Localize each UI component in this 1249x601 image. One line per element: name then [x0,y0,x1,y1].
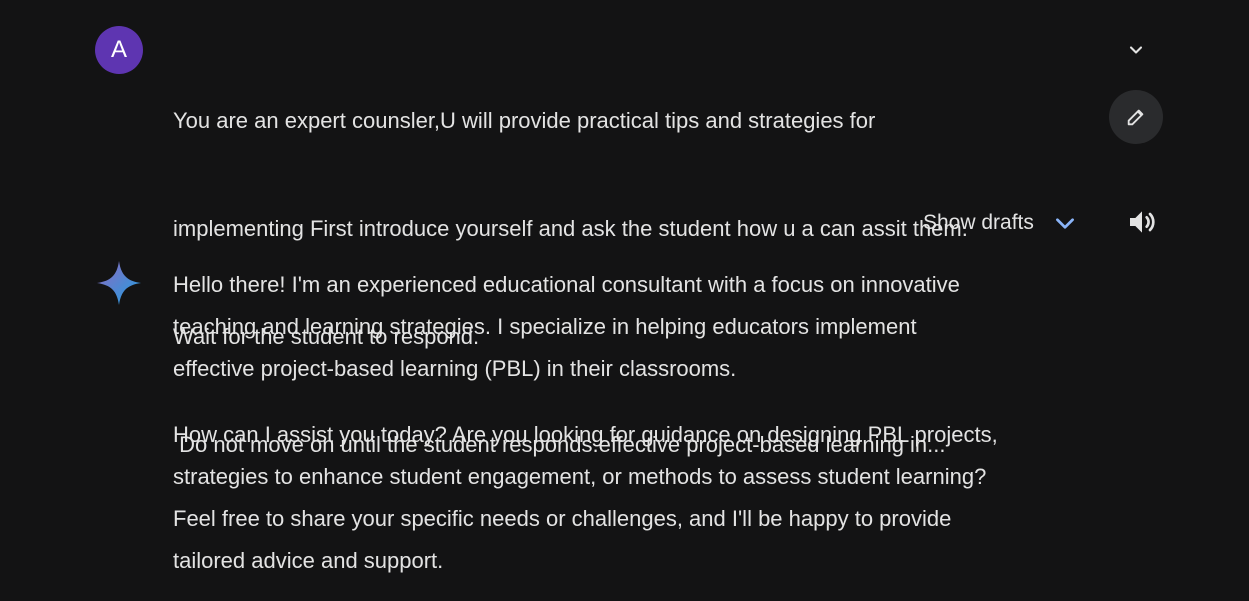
response-line: Hello there! I'm an experienced educatio… [173,272,960,297]
prompt-line: You are an expert counsler,U will provid… [173,108,876,133]
expand-prompt-button[interactable] [1118,32,1154,68]
edit-prompt-button[interactable] [1109,90,1163,144]
response-line: strategies to enhance student engagement… [173,464,987,489]
user-avatar[interactable]: A [95,26,143,74]
chevron-down-icon [1052,210,1078,236]
response-line: How can I assist you today? Are you look… [173,422,998,447]
response-line: Feel free to share your specific needs o… [173,506,952,531]
show-drafts-label: Show drafts [923,211,1034,234]
read-aloud-button[interactable] [1120,200,1164,244]
show-drafts-button[interactable]: Show drafts [915,203,1086,243]
response-line: teaching and learning strategies. I spec… [173,314,917,339]
response-paragraph: How can I assist you today? Are you look… [173,414,1103,582]
speaker-icon [1130,211,1155,233]
response-line: effective project-based learning (PBL) i… [173,356,737,381]
chevron-down-icon [1129,46,1143,54]
assistant-response: Hello there! I'm an experienced educatio… [173,264,1103,601]
sparkle-icon [97,261,141,305]
response-line: tailored advice and support. [173,548,444,573]
chat-view: A You are an expert counsler,U will prov… [0,0,1249,601]
response-paragraph: Hello there! I'm an experienced educatio… [173,264,1103,390]
pencil-icon [1127,109,1144,126]
